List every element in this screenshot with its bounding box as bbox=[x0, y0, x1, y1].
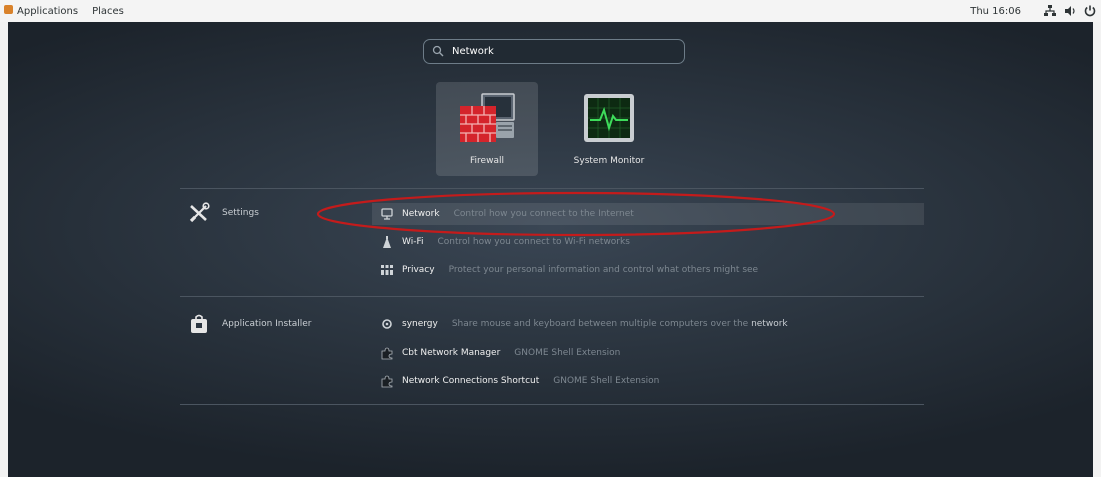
app-label: System Monitor bbox=[573, 156, 645, 166]
result-synergy[interactable]: synergy Share mouse and keyboard between… bbox=[372, 313, 924, 335]
clock[interactable]: Thu 16:06 bbox=[970, 6, 1021, 17]
result-name: Privacy bbox=[402, 265, 435, 275]
description-text: Share mouse and keyboard between multipl… bbox=[451, 319, 749, 329]
provider-application-installer[interactable]: Application Installer bbox=[188, 313, 311, 335]
app-system-monitor[interactable]: System Monitor bbox=[558, 82, 660, 176]
result-description: GNOME Shell Extension bbox=[553, 376, 660, 386]
applications-icon bbox=[4, 5, 13, 14]
app-label: Firewall bbox=[470, 156, 504, 166]
system-tray: Thu 16:06 bbox=[970, 4, 1097, 18]
places-menu[interactable]: Places bbox=[92, 6, 124, 17]
provider-settings[interactable]: Settings bbox=[188, 202, 259, 224]
firewall-icon bbox=[460, 93, 515, 142]
provider-label: Application Installer bbox=[222, 319, 312, 329]
result-description: Control how you connect to the Internet bbox=[453, 209, 634, 219]
privacy-icon bbox=[381, 265, 393, 275]
result-network-connections-shortcut[interactable]: Network Connections Shortcut GNOME Shell… bbox=[372, 370, 924, 392]
network-icon bbox=[381, 208, 393, 220]
separator bbox=[180, 188, 924, 189]
search-input[interactable] bbox=[423, 39, 685, 64]
app-firewall[interactable]: Firewall bbox=[436, 82, 538, 176]
result-name: Network Connections Shortcut bbox=[402, 376, 540, 386]
result-network[interactable]: Network Control how you connect to the I… bbox=[372, 203, 924, 225]
top-bar: Applications Places Thu 16:06 bbox=[0, 0, 1101, 22]
result-description: Control how you connect to Wi-Fi network… bbox=[437, 237, 630, 247]
system-monitor-icon bbox=[584, 94, 634, 142]
separator bbox=[180, 296, 924, 297]
result-name: Wi-Fi bbox=[402, 237, 424, 247]
result-cbt-network-manager[interactable]: Cbt Network Manager GNOME Shell Extensio… bbox=[372, 342, 924, 364]
result-description: GNOME Shell Extension bbox=[514, 348, 621, 358]
separator bbox=[180, 404, 924, 405]
puzzle-icon bbox=[381, 375, 393, 388]
result-wifi[interactable]: Wi-Fi Control how you connect to Wi-Fi n… bbox=[372, 231, 924, 253]
activities-overview: Firewall System Monitor Settings Network… bbox=[8, 22, 1093, 477]
synergy-icon bbox=[382, 319, 392, 329]
result-name: synergy bbox=[402, 319, 438, 329]
network-wired-icon[interactable] bbox=[1043, 4, 1057, 18]
result-description: Share mouse and keyboard between multipl… bbox=[452, 319, 788, 329]
applications-menu[interactable]: Applications bbox=[4, 5, 78, 17]
volume-icon[interactable] bbox=[1063, 4, 1077, 18]
result-description: Protect your personal information and co… bbox=[448, 265, 759, 275]
tools-icon bbox=[189, 202, 210, 223]
wifi-icon bbox=[383, 236, 391, 248]
provider-label: Settings bbox=[222, 208, 259, 218]
power-icon[interactable] bbox=[1083, 4, 1097, 18]
highlight-text: network bbox=[751, 319, 788, 329]
puzzle-icon bbox=[381, 347, 393, 360]
result-privacy[interactable]: Privacy Protect your personal informatio… bbox=[372, 259, 924, 281]
result-name: Network bbox=[402, 209, 440, 219]
top-menu: Applications Places bbox=[4, 5, 138, 17]
software-bag-icon bbox=[191, 314, 207, 333]
result-name: Cbt Network Manager bbox=[402, 348, 501, 358]
search-icon bbox=[432, 45, 444, 57]
